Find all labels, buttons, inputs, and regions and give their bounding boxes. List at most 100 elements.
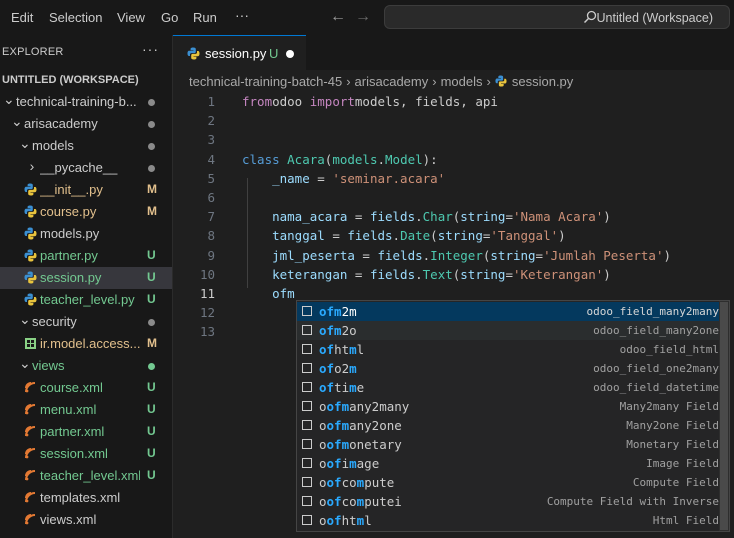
suggestion-item[interactable]: oofmany2one Many2one Field [297,416,719,435]
python-file-icon [24,227,37,241]
code-token: odoo [272,94,310,109]
menu-view[interactable]: View [117,10,145,25]
line-number: 12 [199,305,215,321]
breadcrumb-root[interactable]: technical-training-batch-45 [189,74,342,89]
code-line[interactable]: ofm [242,286,295,301]
forward-arrow-icon[interactable]: → [355,8,371,26]
suggestion-item[interactable]: oofimage Image Field [297,454,719,473]
tree-file[interactable]: session.py U [0,267,172,289]
suggestion-item[interactable]: oofcomputei Compute Field with Inverse [297,492,719,511]
suggestion-detail: Html Field [652,514,719,527]
code-token: jml_peserta [272,247,355,263]
suggestion-item[interactable]: ofm2o odoo_field_many2one [297,321,719,340]
menu-more[interactable]: ··· [235,7,249,23]
label-text: 2o [341,323,357,338]
label-text: pute [364,475,395,490]
chevron-down-icon[interactable]: ⌄ [19,311,31,328]
suggestion-detail: Image Field [646,457,719,470]
tree-file[interactable]: teacher_level.xml U [0,465,172,487]
suggestion-scrollbar[interactable] [719,301,729,531]
tree-file[interactable]: models.py [0,223,172,245]
breadcrumb-folder[interactable]: models [441,74,483,89]
tree-file[interactable]: course.py M [0,201,172,223]
code-line[interactable]: _name = 'seminar.acara' [242,171,445,186]
code-token: = [535,247,544,263]
tree-file[interactable]: partner.py U [0,245,172,267]
suggestion-detail: odoo_field_one2many [593,362,719,375]
menu-selection[interactable]: Selection [49,10,102,25]
chevron-down-icon[interactable]: ⌄ [19,135,31,152]
xml-file-icon [24,491,37,505]
tree-file[interactable]: __init__.py M [0,179,172,201]
workspace-header[interactable]: UNTITLED (WORKSPACE) [2,74,139,86]
suggestion-detail: Compute Field with Inverse [546,495,719,508]
tree-folder[interactable]: ⌄ security [0,311,172,333]
tree-folder[interactable]: ⌄ arisacademy [0,113,172,135]
line-number: 5 [207,170,215,186]
python-file-icon [24,293,37,307]
explorer-more-button[interactable]: ··· [142,41,159,57]
chevron-down-icon[interactable]: ⌄ [3,91,15,108]
code-token: = [324,228,348,244]
autocomplete-suggestions[interactable]: ofm2m odoo_field_many2many ofm2o odoo_field… [296,300,730,532]
code-token: import [309,94,355,109]
search-icon [583,10,597,24]
code-token: = [505,209,513,225]
unsaved-dot-icon[interactable] [286,50,294,58]
line-number: 10 [199,266,215,282]
snippet-icon [302,325,312,335]
suggestion-item[interactable]: oofmany2many Many2many Field [297,397,719,416]
tree-file[interactable]: views.xml [0,509,172,531]
git-status-badge: U [147,380,156,394]
suggestion-item[interactable]: ofo2m odoo_field_one2many [297,359,719,378]
tree-folder[interactable]: ⌄ views [0,355,172,377]
code-token: . [377,151,386,167]
tree-file[interactable]: partner.xml U [0,421,172,443]
suggestion-detail: Many2one Field [626,419,719,432]
suggestion-item[interactable]: ofhtml odoo_field_html [297,340,719,359]
tree-file[interactable]: teacher_level.py U [0,289,172,311]
tree-file[interactable]: session.xml U [0,443,172,465]
suggestion-item[interactable]: oofmonetary Monetary Field [297,435,719,454]
chevron-down-icon[interactable]: ⌄ [11,113,23,130]
suggestion-item[interactable]: oofcompute Compute Field [297,473,719,492]
tree-file[interactable]: ir.model.access.... M [0,333,172,355]
back-arrow-icon[interactable]: ← [330,8,346,26]
code-line[interactable]: keterangan = fields.Text(string='Keteran… [242,267,611,282]
breadcrumb-file[interactable]: session.py [512,74,573,89]
tree-file[interactable]: menu.xml U [0,399,172,421]
menu-go[interactable]: Go [161,10,178,25]
chevron-down-icon[interactable]: ⌄ [19,355,31,372]
code-token: fields [347,228,393,244]
chevron-right-icon[interactable]: › [27,158,37,174]
python-file-icon [24,205,37,219]
code-line[interactable]: jml_peserta = fields.Integer(string='Jum… [242,248,671,263]
tree-folder[interactable]: ⌄ models [0,135,172,157]
suggestion-item[interactable]: ofm2m odoo_field_many2many [297,302,719,321]
suggestion-item[interactable]: oftime odoo_field_datetime [297,378,719,397]
code-line[interactable]: class Acara(models.Model): [242,152,438,167]
xml-file-icon [24,381,37,395]
git-status-dot-icon [148,143,155,150]
label-text: ht [341,513,357,528]
menu-edit[interactable]: Edit [11,10,33,25]
menu-run[interactable]: Run [193,10,217,25]
breadcrumb-module[interactable]: arisacademy [355,74,429,89]
tab-session-py[interactable]: session.py U [173,35,306,70]
tree-folder[interactable]: › __pycache__ [0,157,172,179]
command-center-search[interactable]: Untitled (Workspace) [384,5,730,29]
code-line[interactable]: tanggal = fields.Date(string='Tanggal') [242,228,566,243]
suggestion-item[interactable]: oofhtml Html Field [297,511,719,530]
snippet-icon [302,344,312,354]
tree-folder[interactable]: ⌄ technical-training-b... [0,91,172,113]
code-line[interactable]: nama_acara = fields.Char(string='Nama Ac… [242,209,611,224]
xml-file-icon [24,513,37,527]
code-token: string [437,228,483,244]
code-line[interactable]: fromodoo importmodels, fields, api [242,94,498,109]
tree-file[interactable]: course.xml U [0,377,172,399]
scrollbar-thumb[interactable] [720,302,728,530]
tree-file[interactable]: templates.xml [0,487,172,509]
label-text: o2 [334,361,350,376]
